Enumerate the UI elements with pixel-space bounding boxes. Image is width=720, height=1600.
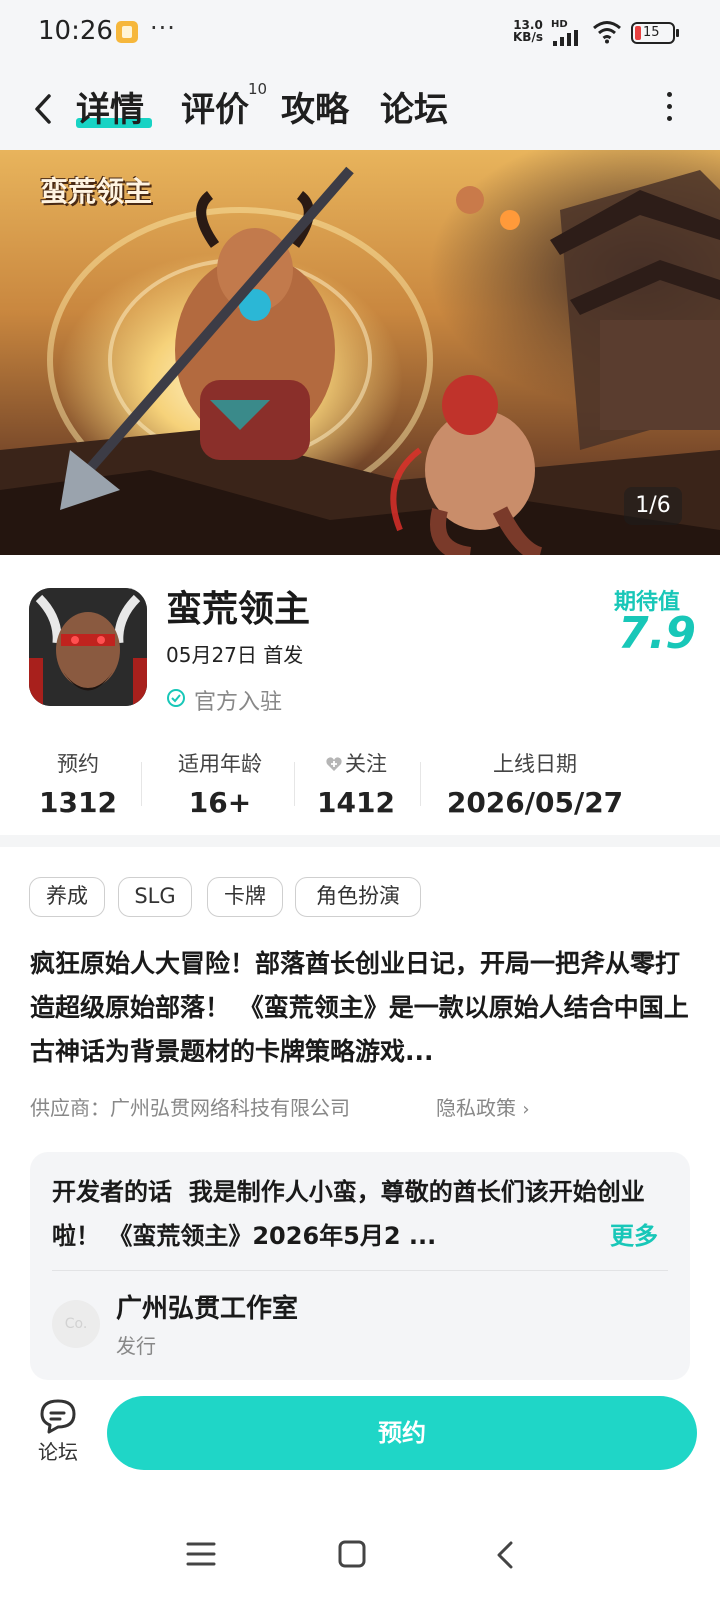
tab-reviews-badge: 10 [248, 80, 268, 98]
heart-icon [326, 757, 342, 771]
forum-button[interactable]: 论坛 [30, 1398, 86, 1474]
tag-item[interactable]: 角色扮演 [295, 877, 421, 917]
stat-label: 适用年龄 [178, 752, 262, 776]
game-title: 蛮荒领主 [166, 589, 311, 630]
stat-label: 关注 [345, 752, 387, 776]
privacy-policy-link[interactable]: 隐私政策 › [436, 1092, 530, 1121]
stat-reservations: 预约 1312 [38, 748, 118, 819]
notification-app-icon [116, 21, 138, 43]
studio-name[interactable]: 广州弘贯工作室 [116, 1288, 298, 1325]
stat-launch-date: 上线日期 2026/05/27 [440, 748, 630, 819]
studio-avatar[interactable]: Co. [52, 1300, 100, 1348]
system-navigation-bar [0, 1510, 720, 1600]
more-notifications-icon: ··· [150, 14, 176, 42]
status-time: 10:26 [38, 16, 113, 46]
network-speed-unit: KB/s [513, 30, 543, 44]
hd-label: HD [551, 19, 568, 30]
tag-item[interactable]: 卡牌 [207, 877, 283, 917]
banner-page-counter: 1/6 [624, 487, 682, 525]
stat-divider [141, 762, 142, 806]
tab-details[interactable]: 详情 [76, 82, 144, 131]
stat-divider [294, 762, 295, 806]
developer-more-link[interactable]: 更多 [610, 1214, 658, 1258]
forum-button-label: 论坛 [38, 1440, 78, 1464]
developer-message-title: 开发者的话 [52, 1178, 172, 1206]
menu-icon[interactable] [186, 1540, 216, 1568]
verified-check-icon [167, 689, 185, 707]
expectation-score: 7.9 [618, 608, 696, 659]
stat-divider [420, 762, 421, 806]
stat-label: 预约 [57, 752, 99, 776]
chevron-right-icon: › [522, 1099, 530, 1120]
banner-game-logo: 蛮荒领主 [40, 175, 153, 208]
status-bar: 10:26 ··· 13.0 KB/s HD 15 [0, 0, 720, 66]
stat-age-rating: 适用年龄 16+ [160, 748, 280, 819]
tag-item[interactable]: SLG [118, 877, 192, 917]
stat-value: 1412 [317, 786, 395, 819]
game-release-date: 05月27日 首发 [166, 643, 304, 667]
stat-value: 1312 [39, 786, 117, 819]
tab-guides[interactable]: 攻略 [281, 82, 349, 131]
wifi-icon [593, 21, 621, 44]
section-separator [0, 835, 720, 847]
provider-info: 供应商：广州弘贯网络科技有限公司 [30, 1096, 350, 1120]
tab-reviews[interactable]: 评价 [181, 82, 249, 131]
privacy-policy-label: 隐私政策 [436, 1096, 516, 1120]
tab-header: 详情 评价 10 攻略 论坛 [0, 66, 720, 150]
battery-level: 15 [643, 25, 660, 40]
game-description[interactable]: 疯狂原始人大冒险！部落酋长创业日记，开局一把斧从零打造超级原始部落！ 《蛮荒领主… [30, 942, 692, 1074]
game-app-icon [29, 588, 147, 706]
banner-artwork [0, 166, 720, 555]
signal-icon [553, 30, 578, 46]
battery-icon: 15 [631, 22, 679, 44]
tag-item[interactable]: 养成 [29, 877, 105, 917]
official-badge: 官方入驻 [194, 690, 283, 715]
stat-value: 16+ [188, 786, 252, 819]
banner-carousel[interactable]: 蛮荒领主 1/6 [0, 150, 720, 555]
stat-followers: 关注 1412 [308, 748, 404, 819]
network-speed: 13.0 KB/s [513, 19, 543, 43]
stat-label: 上线日期 [493, 752, 577, 776]
home-icon[interactable] [338, 1540, 366, 1568]
reserve-button[interactable]: 预约 [107, 1396, 697, 1470]
forum-chat-icon [40, 1399, 76, 1434]
developer-message: 开发者的话 我是制作人小蛮，尊敬的酋长们该开始创业啦！ 《蛮荒领主》2026年5… [52, 1170, 668, 1258]
divider [52, 1270, 668, 1271]
back-icon[interactable] [30, 92, 58, 126]
stat-value: 2026/05/27 [446, 786, 624, 819]
more-options-icon[interactable] [666, 92, 674, 122]
developer-card: 开发者的话 我是制作人小蛮，尊敬的酋长们该开始创业啦！ 《蛮荒领主》2026年5… [30, 1152, 690, 1380]
system-back-icon[interactable] [494, 1540, 516, 1570]
tab-forum[interactable]: 论坛 [380, 82, 448, 131]
studio-role: 发行 [116, 1334, 156, 1358]
